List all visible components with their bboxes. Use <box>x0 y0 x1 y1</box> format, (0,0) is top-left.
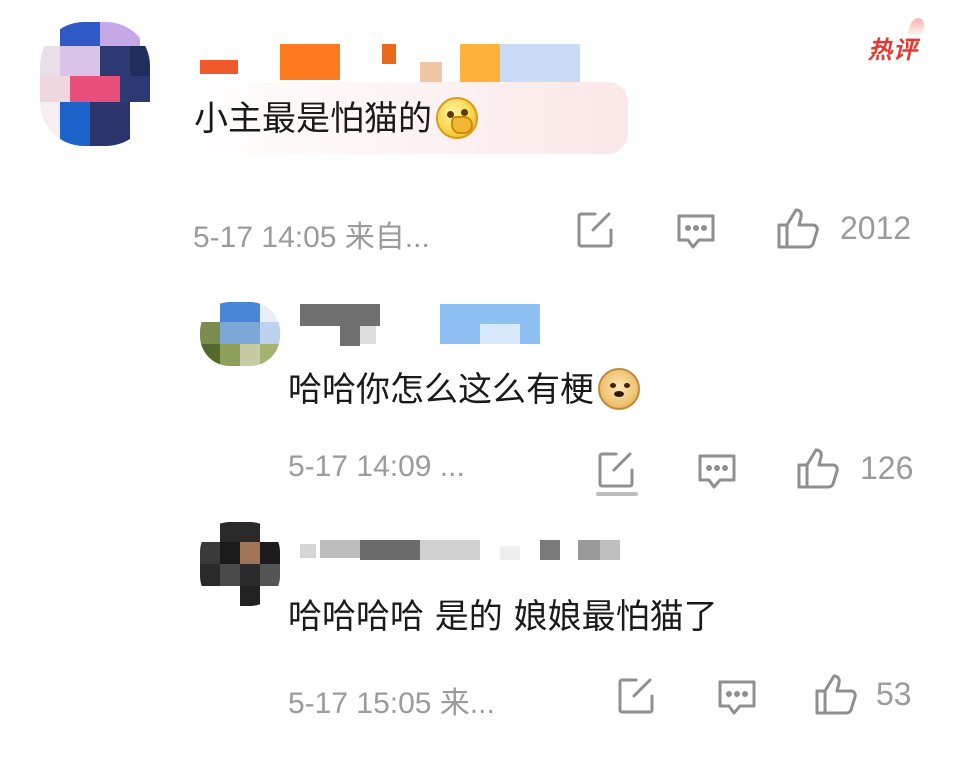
share-icon[interactable] <box>596 450 638 500</box>
avatar[interactable] <box>40 22 150 146</box>
comment-text: 哈哈你怎么这么有梗 <box>288 367 640 413</box>
comment-text: 小主最是怕猫的 <box>194 96 478 142</box>
share-icon[interactable] <box>616 676 656 716</box>
hot-comment-badge: 热评 <box>868 16 927 65</box>
comment-icon[interactable] <box>675 212 717 252</box>
like-icon[interactable] <box>796 445 842 491</box>
like-count: 53 <box>876 676 912 712</box>
avatar[interactable] <box>200 302 280 366</box>
like-count: 2012 <box>840 210 912 246</box>
comment-icon[interactable] <box>696 452 738 492</box>
comment-text: 哈哈哈哈 是的 娘娘最怕猫了 <box>288 597 718 637</box>
like-icon[interactable] <box>814 671 860 717</box>
like-count: 126 <box>860 450 914 486</box>
like-icon[interactable] <box>776 205 822 251</box>
comment-meta: 5-17 14:09 ... <box>288 450 465 483</box>
comment-meta: 5-17 14:05 来自... <box>193 221 430 254</box>
comment-icon[interactable] <box>716 678 758 718</box>
share-icon[interactable] <box>575 210 615 250</box>
doge-emoji <box>598 367 640 410</box>
avatar[interactable] <box>200 522 280 606</box>
thinking-face-emoji <box>436 96 478 139</box>
comment-meta: 5-17 15:05 来... <box>288 687 495 720</box>
